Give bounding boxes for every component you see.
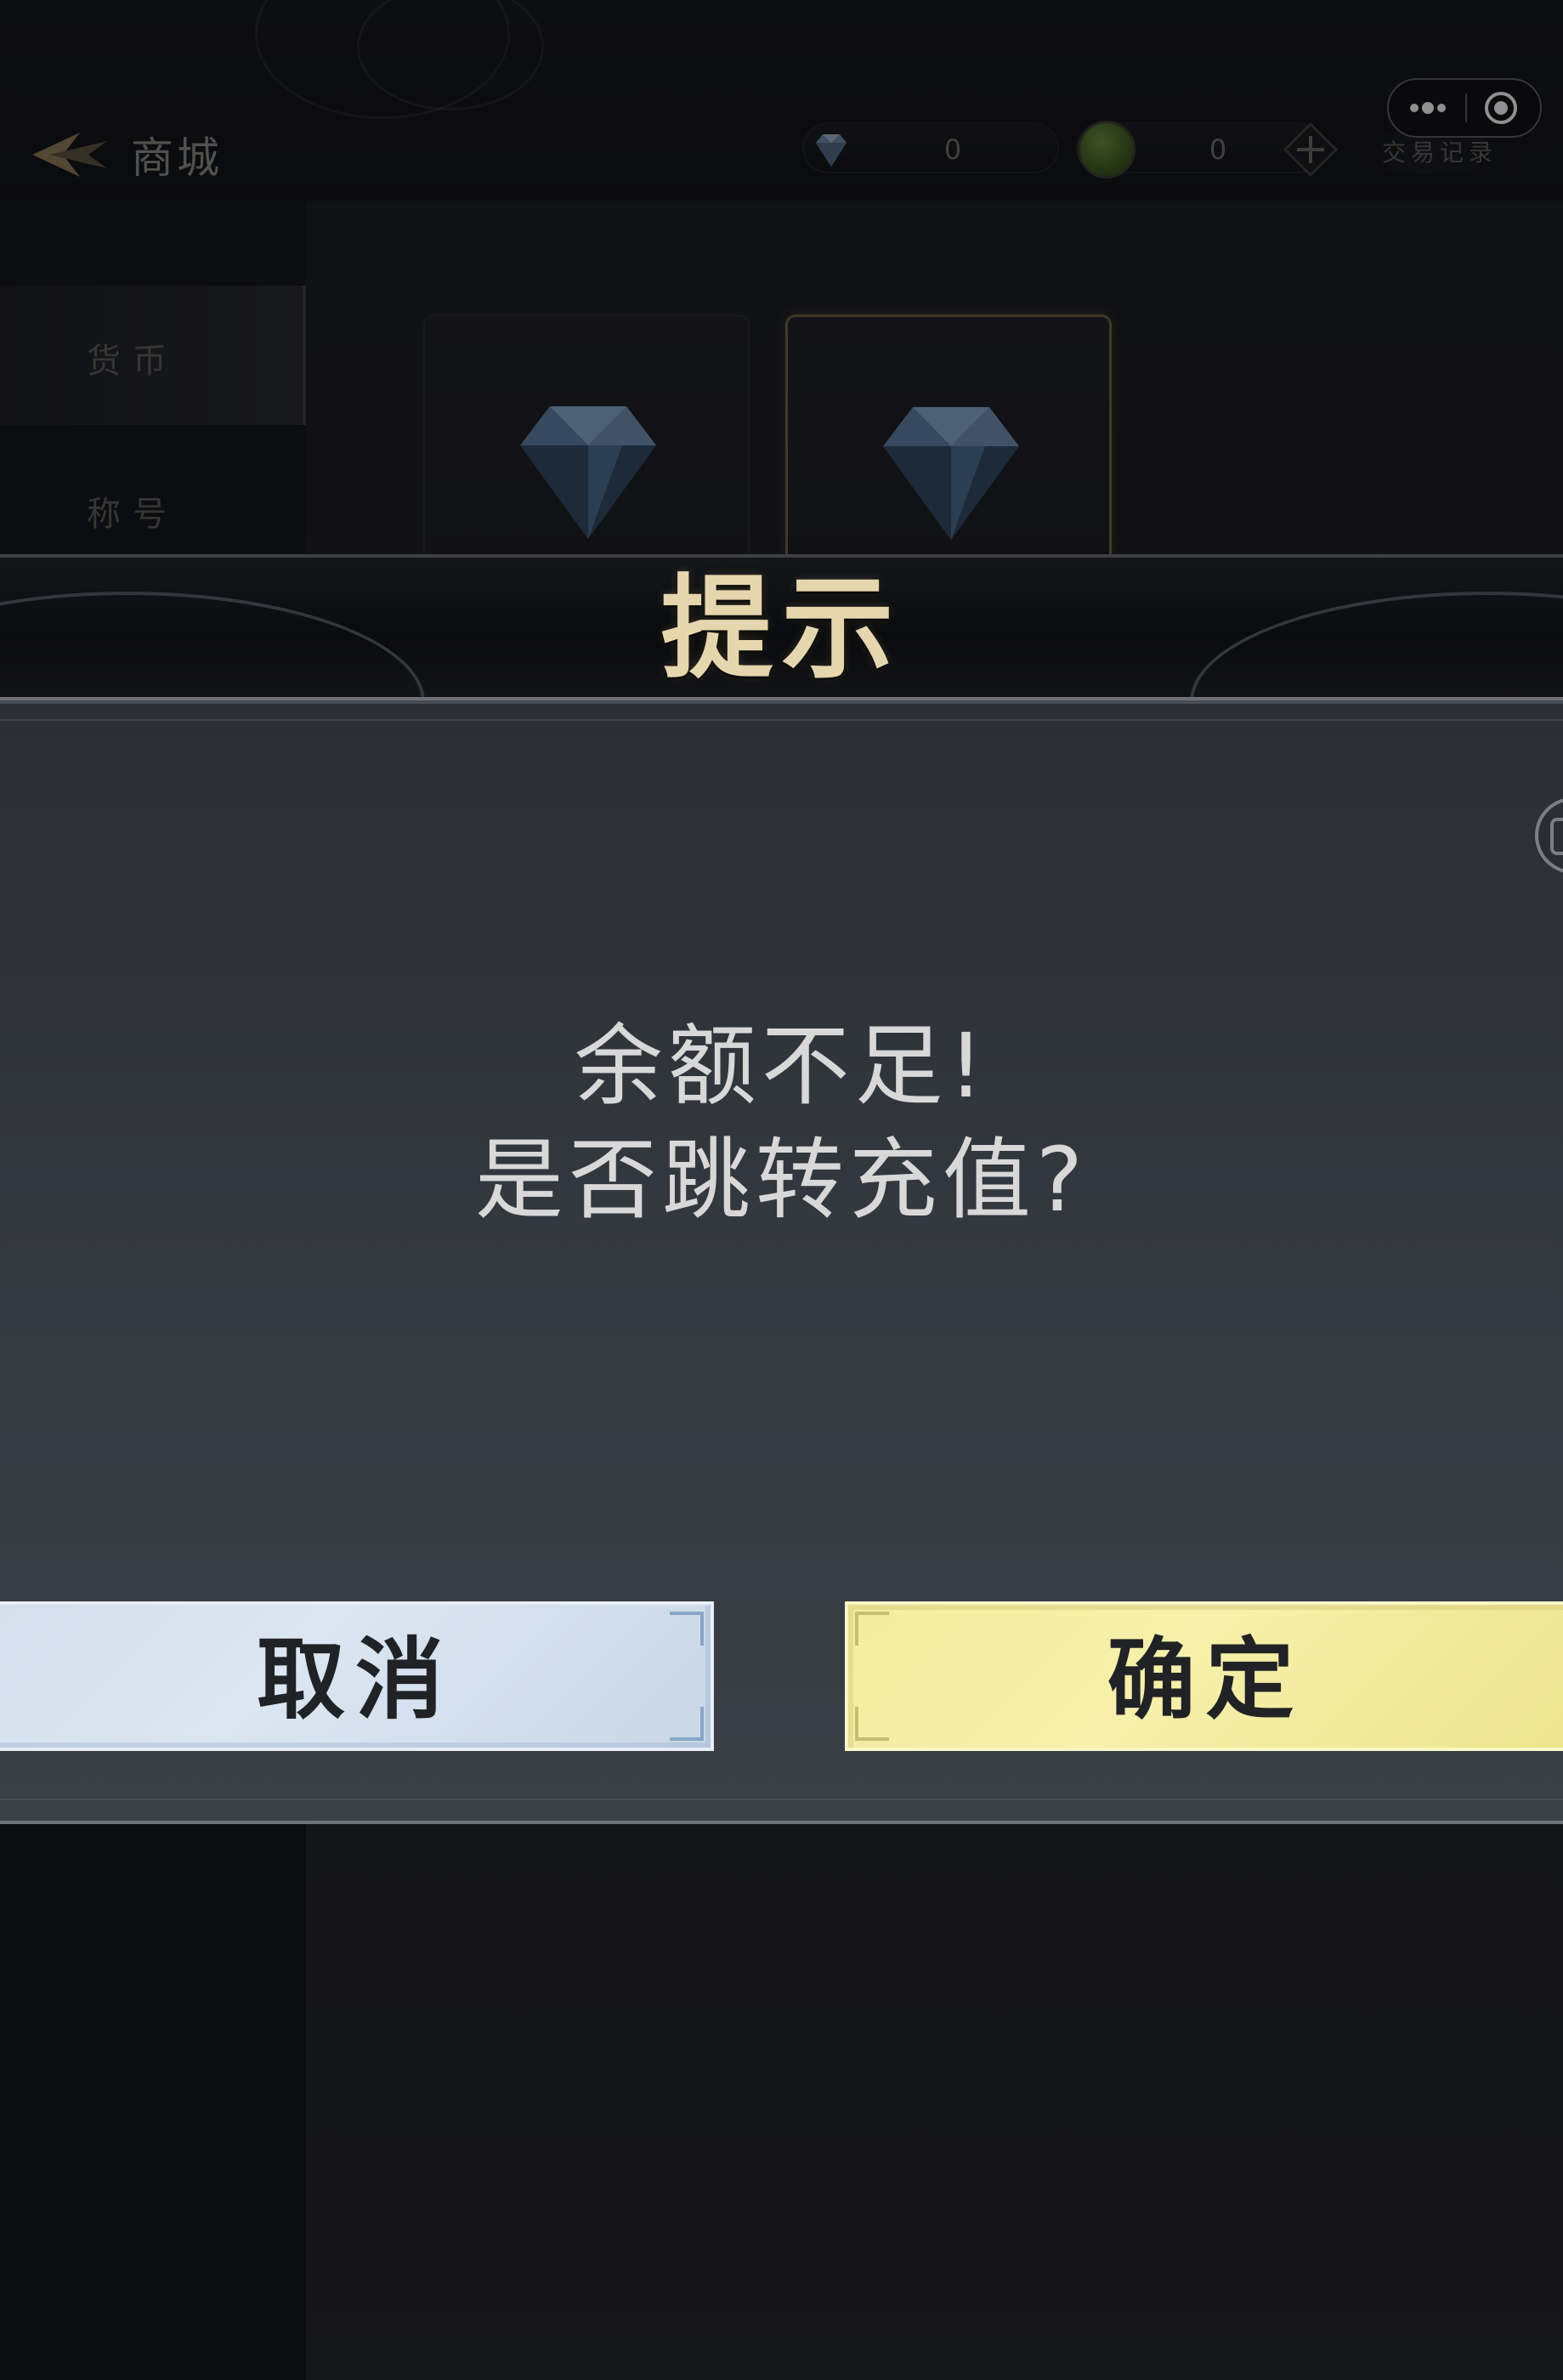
- button-corner-ornament: [855, 1707, 889, 1741]
- button-corner-ornament: [670, 1612, 704, 1646]
- divider: [0, 719, 1563, 721]
- cancel-button-label: 取消: [256, 1628, 454, 1731]
- lock-shape: [1550, 818, 1563, 855]
- dialog-title: 提示: [660, 563, 903, 694]
- confirm-button[interactable]: 确定: [845, 1601, 1563, 1751]
- lock-icon: [1535, 797, 1563, 874]
- game-shop-screen: 商城 0 0 交易记录 货币 称号 提示 余额不足! 是否跳转充值? 取消 确定: [0, 0, 1563, 2380]
- button-corner-ornament: [670, 1707, 704, 1741]
- dialog-message-line2: 是否跳转充值?: [474, 1128, 1089, 1232]
- dialog-message-line1: 余额不足!: [574, 1014, 989, 1118]
- button-corner-ornament: [855, 1612, 889, 1646]
- confirm-button-label: 确定: [1107, 1628, 1305, 1731]
- dialog-body: 余额不足! 是否跳转充值? 取消 确定: [0, 700, 1563, 1824]
- dialog-header: 提示: [0, 554, 1563, 700]
- divider: [0, 1799, 1563, 1800]
- cancel-button[interactable]: 取消: [0, 1601, 714, 1751]
